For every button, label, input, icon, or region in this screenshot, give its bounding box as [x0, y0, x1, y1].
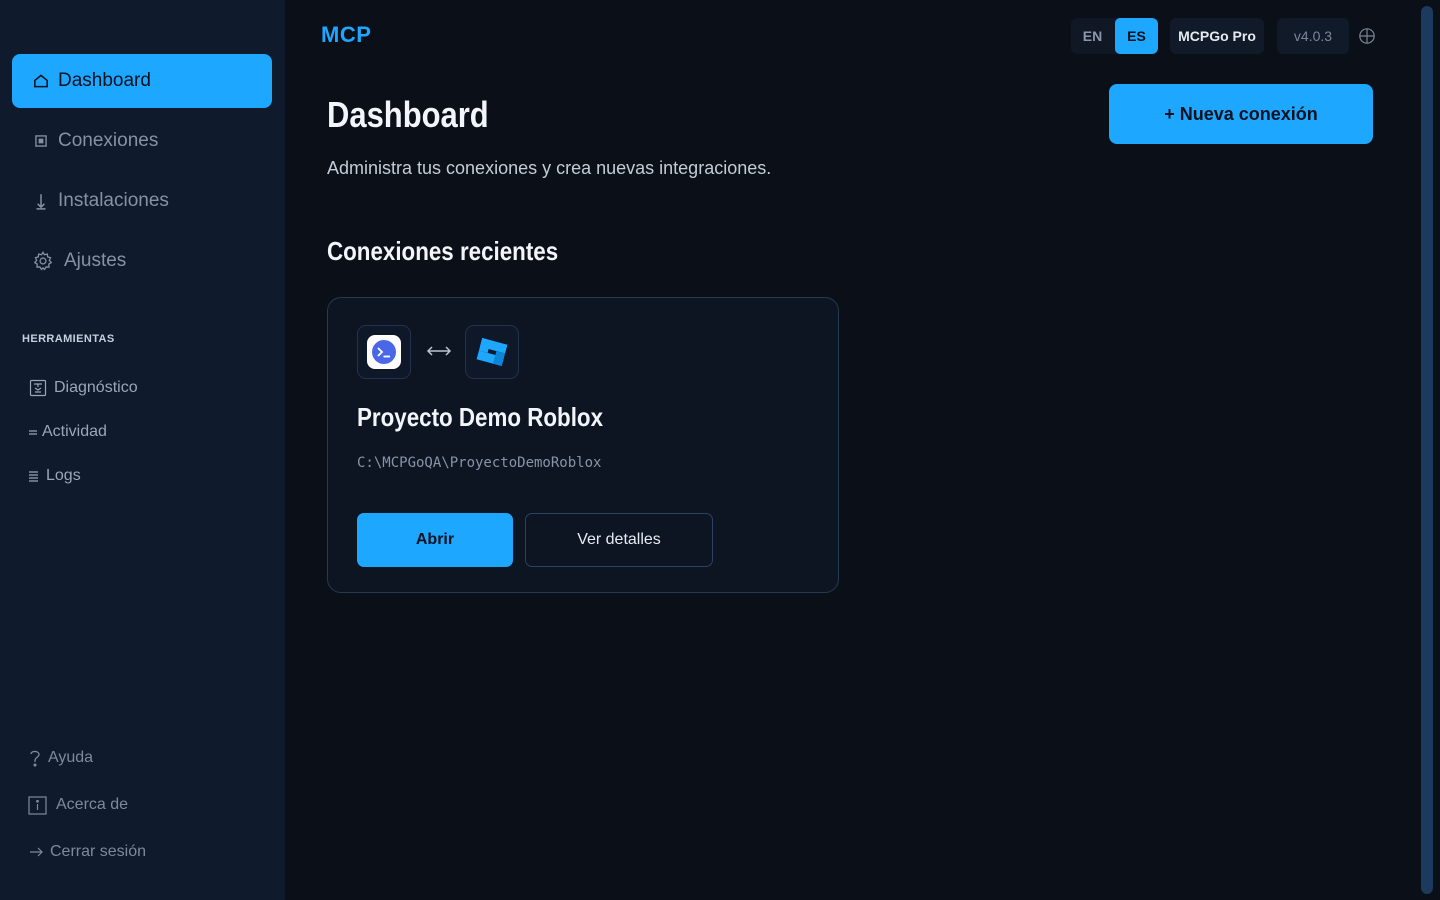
- sidebar-item-diagnostico[interactable]: Diagnóstico: [28, 376, 138, 400]
- plan-badge: MCPGo Pro: [1170, 18, 1264, 54]
- connection-path: C:\MCPGoQA\ProyectoDemoRoblox: [357, 455, 602, 471]
- sidebar-item-label: Conexiones: [58, 130, 159, 151]
- connection-card: Proyecto Demo Roblox C:\MCPGoQA\Proyecto…: [327, 297, 839, 593]
- sidebar-item-label: Cerrar sesión: [50, 843, 147, 860]
- sidebar-item-label: Acerca de: [56, 796, 129, 813]
- vertical-scrollbar[interactable]: [1421, 6, 1433, 894]
- gear-icon: [32, 250, 54, 272]
- connections-icon: [32, 132, 50, 150]
- info-icon: [28, 795, 47, 815]
- page-subtitle: Administra tus conexiones y crea nuevas …: [327, 158, 772, 178]
- sidebar-item-label: Dashboard: [58, 70, 151, 91]
- activity-icon: [28, 425, 38, 439]
- sidebar-item-ajustes[interactable]: Ajustes: [12, 234, 272, 288]
- version-badge: v4.0.3: [1277, 18, 1349, 54]
- language-switcher: EN ES: [1071, 18, 1158, 54]
- sidebar-item-actividad[interactable]: Actividad: [28, 420, 107, 444]
- recent-connections-title: Conexiones recientes: [327, 236, 559, 266]
- sidebar-item-dashboard[interactable]: Dashboard: [12, 54, 272, 108]
- view-details-button[interactable]: Ver detalles: [525, 513, 713, 567]
- globe-icon[interactable]: [1358, 27, 1376, 45]
- sidebar-item-acerca[interactable]: Acerca de: [28, 793, 128, 817]
- terminal-app-icon: [357, 325, 411, 379]
- help-icon: [28, 748, 42, 768]
- sidebar-item-conexiones[interactable]: Conexiones: [12, 114, 272, 168]
- brand-logo: MCP: [321, 22, 372, 47]
- language-en-button[interactable]: EN: [1071, 18, 1114, 54]
- sidebar-item-logs[interactable]: Logs: [28, 464, 81, 488]
- sidebar-item-cerrar-sesion[interactable]: Cerrar sesión: [28, 840, 146, 864]
- bidirectional-arrow-icon: [426, 341, 452, 361]
- roblox-studio-icon: [465, 325, 519, 379]
- logs-icon: [28, 469, 39, 483]
- download-icon: [32, 192, 50, 210]
- page-title: Dashboard: [327, 94, 489, 135]
- open-button[interactable]: Abrir: [357, 513, 513, 567]
- sidebar-item-label: Instalaciones: [58, 190, 169, 211]
- new-connection-button[interactable]: + Nueva conexión: [1109, 84, 1373, 144]
- sidebar-item-label: Actividad: [42, 423, 107, 440]
- sidebar: Dashboard Conexiones Instalaciones Ajust…: [0, 0, 285, 900]
- diagnostic-icon: [28, 378, 48, 398]
- sidebar-item-instalaciones[interactable]: Instalaciones: [12, 174, 272, 228]
- tools-section-label: HERRAMIENTAS: [22, 333, 115, 345]
- sidebar-item-label: Diagnóstico: [54, 379, 138, 396]
- home-icon: [32, 72, 50, 90]
- sidebar-item-label: Logs: [46, 467, 81, 484]
- sidebar-item-label: Ayuda: [48, 749, 94, 766]
- logout-icon: [28, 842, 44, 862]
- connection-name: Proyecto Demo Roblox: [357, 402, 604, 432]
- sidebar-item-label: Ajustes: [64, 250, 127, 271]
- language-es-button[interactable]: ES: [1115, 18, 1158, 54]
- sidebar-item-ayuda[interactable]: Ayuda: [28, 746, 93, 770]
